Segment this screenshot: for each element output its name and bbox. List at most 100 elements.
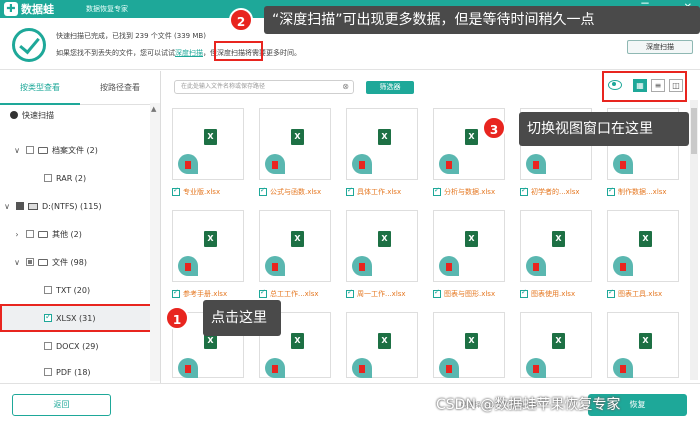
file-name: 图表与图形.xlsx: [444, 290, 496, 298]
tree-item-label: RAR (2): [56, 173, 87, 183]
file-card[interactable]: X: [259, 108, 331, 180]
excel-file-icon: X: [378, 333, 391, 349]
file-thumb-icon: [265, 358, 285, 378]
file-label[interactable]: 初学者的...xlsx: [520, 186, 600, 198]
excel-file-icon: X: [378, 129, 391, 145]
search-input[interactable]: 在此处输入文件名称或保存路径 ⊗: [174, 80, 354, 94]
clear-icon[interactable]: ⊗: [342, 81, 349, 93]
checkbox[interactable]: [26, 258, 34, 266]
file-card[interactable]: X: [607, 210, 679, 282]
file-label[interactable]: 公式与函数.xlsx: [259, 186, 339, 198]
scan-hint-prefix: 如果您找不到丢失的文件，您可以试试: [56, 49, 175, 57]
file-name: 专业版.xlsx: [183, 188, 221, 196]
checkbox[interactable]: [44, 368, 52, 376]
scrollbar-thumb[interactable]: [691, 108, 697, 154]
detail-view-icon[interactable]: ◫: [669, 79, 683, 92]
file-checkbox[interactable]: [520, 186, 528, 196]
file-checkbox[interactable]: [259, 288, 267, 298]
excel-file-icon: X: [552, 231, 565, 247]
checkbox[interactable]: [26, 230, 34, 238]
file-label[interactable]: 参考手册.xlsx: [172, 288, 252, 300]
checkbox[interactable]: [44, 174, 52, 182]
checkbox[interactable]: [44, 312, 52, 322]
file-label[interactable]: 周一工作...xlsx: [346, 288, 426, 300]
tree-item-other[interactable]: › 其他 (2): [0, 221, 160, 247]
excel-file-icon: X: [204, 129, 217, 145]
file-checkbox[interactable]: [346, 288, 354, 298]
checkbox[interactable]: [44, 286, 52, 294]
tree-item-archives[interactable]: ∨ 档案文件 (2): [0, 137, 160, 163]
checkbox[interactable]: [44, 342, 52, 350]
sidebar-scrollbar[interactable]: ▲: [150, 103, 160, 381]
tree-item-drive-d[interactable]: ∨ D:(NTFS) (115): [0, 193, 160, 219]
checkbox[interactable]: [26, 146, 34, 154]
callout-badge-2: 2: [229, 8, 253, 32]
file-label[interactable]: 制作数据...xlsx: [607, 186, 687, 198]
file-label[interactable]: 图表使用.xlsx: [520, 288, 600, 300]
preview-eye-icon[interactable]: [608, 80, 622, 90]
file-name: 初学者的...xlsx: [531, 188, 580, 196]
list-view-icon[interactable]: ≡: [651, 79, 665, 92]
file-thumb-icon: [352, 256, 372, 276]
file-card[interactable]: X: [346, 210, 418, 282]
tab-by-type[interactable]: 按类型查看: [0, 71, 80, 105]
file-thumb-icon: [439, 154, 459, 174]
deep-scan-highlight: [214, 41, 263, 61]
chevron-down-icon[interactable]: ∨: [12, 258, 22, 267]
file-checkbox[interactable]: [607, 288, 615, 298]
file-checkbox[interactable]: [607, 186, 615, 196]
file-label[interactable]: 总工工作...xlsx: [259, 288, 339, 300]
file-thumb-icon: [613, 154, 633, 174]
tree-item-label: 文件 (98): [52, 257, 87, 267]
file-card[interactable]: X: [172, 210, 244, 282]
file-card[interactable]: X: [520, 312, 592, 378]
file-checkbox[interactable]: [520, 288, 528, 298]
file-label[interactable]: 专业版.xlsx: [172, 186, 252, 198]
file-card[interactable]: X: [172, 108, 244, 180]
file-card[interactable]: X: [433, 312, 505, 378]
excel-file-icon: X: [204, 231, 217, 247]
file-card[interactable]: X: [259, 210, 331, 282]
file-checkbox[interactable]: [433, 186, 441, 196]
file-label[interactable]: 分析与数据.xlsx: [433, 186, 513, 198]
file-card[interactable]: X: [433, 210, 505, 282]
file-label[interactable]: 图表工具.xlsx: [607, 288, 687, 300]
grid-view-icon[interactable]: ▦: [633, 79, 647, 92]
file-label[interactable]: 具体工作.xlsx: [346, 186, 426, 198]
filter-button[interactable]: 筛选器: [366, 81, 414, 94]
deep-scan-link[interactable]: 深度扫描: [175, 49, 203, 57]
main-scrollbar[interactable]: [690, 100, 698, 380]
file-checkbox[interactable]: [172, 186, 180, 196]
chevron-down-icon[interactable]: ∨: [12, 146, 22, 155]
excel-file-icon: X: [639, 231, 652, 247]
folder-icon: [38, 146, 48, 154]
file-checkbox[interactable]: [346, 186, 354, 196]
quick-scan-node[interactable]: 快速扫描: [0, 107, 160, 123]
tree-item-xlsx[interactable]: XLSX (31): [0, 304, 160, 332]
file-checkbox[interactable]: [433, 288, 441, 298]
file-card[interactable]: X: [346, 312, 418, 378]
file-name: 图表使用.xlsx: [531, 290, 576, 298]
excel-file-icon: X: [552, 333, 565, 349]
file-checkbox[interactable]: [172, 288, 180, 298]
deep-scan-button[interactable]: 深度扫描: [627, 40, 693, 54]
file-checkbox[interactable]: [259, 186, 267, 196]
tree-item-rar[interactable]: RAR (2): [0, 165, 160, 191]
file-card[interactable]: X: [607, 312, 679, 378]
tab-by-path[interactable]: 按路径查看: [80, 71, 160, 105]
tree-item-label: TXT (20): [56, 285, 91, 295]
chevron-right-icon[interactable]: ›: [12, 230, 22, 239]
back-button[interactable]: 返回: [12, 394, 111, 416]
tree-item-files[interactable]: ∨ 文件 (98): [0, 249, 160, 275]
tree-item-txt[interactable]: TXT (20): [0, 277, 160, 303]
file-thumb-icon: [613, 358, 633, 378]
scroll-up-icon[interactable]: ▲: [151, 105, 156, 113]
tree-item-docx[interactable]: DOCX (29): [0, 333, 160, 359]
checkbox[interactable]: [16, 202, 24, 210]
file-thumb-icon: [178, 154, 198, 174]
file-card[interactable]: X: [520, 210, 592, 282]
tree-item-pdf[interactable]: PDF (18): [0, 359, 160, 383]
file-label[interactable]: 图表与图形.xlsx: [433, 288, 513, 300]
chevron-down-icon[interactable]: ∨: [2, 202, 12, 211]
file-card[interactable]: X: [346, 108, 418, 180]
